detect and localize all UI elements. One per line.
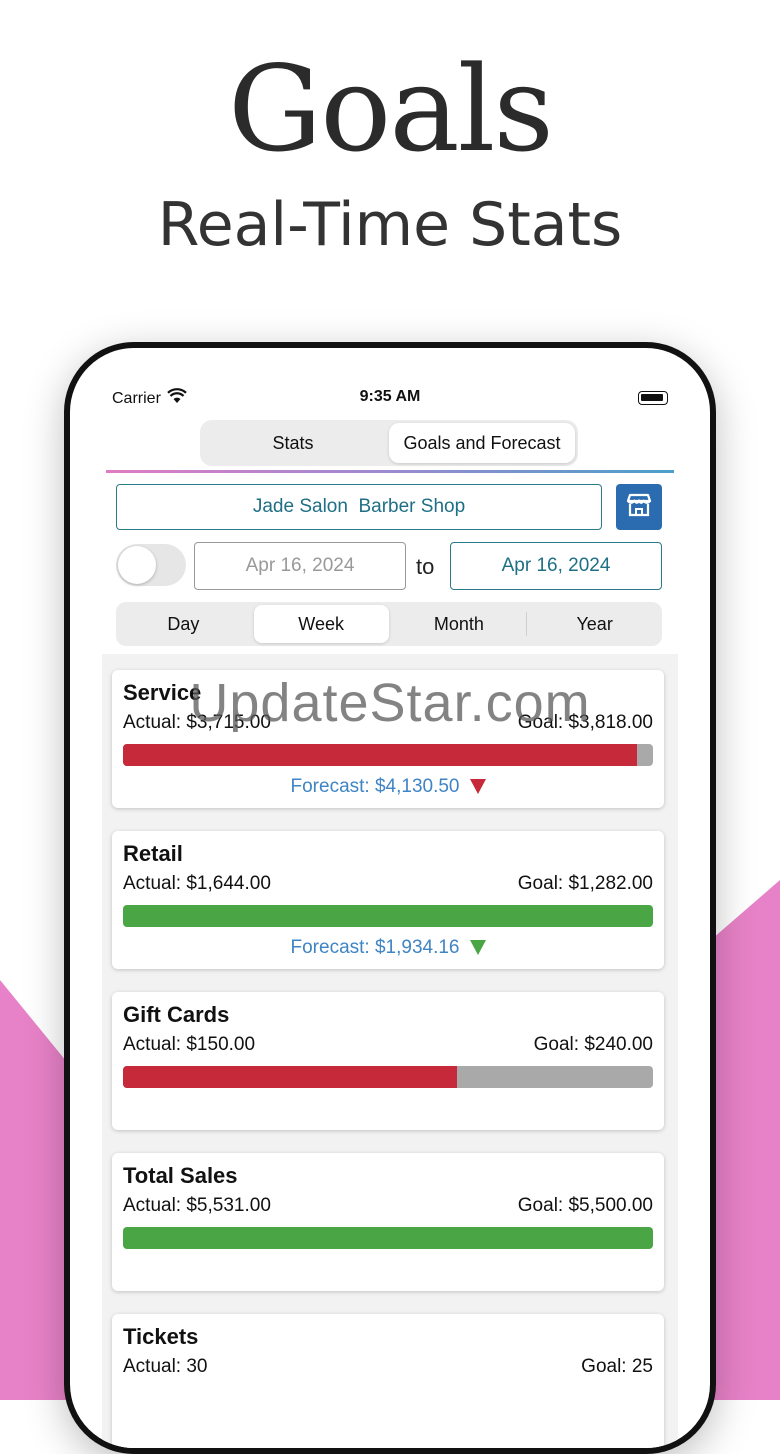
battery-icon <box>638 391 668 405</box>
forecast-row: Forecast: $4,130.50 <box>112 776 664 798</box>
subheadline: Real-Time Stats <box>157 190 623 260</box>
goal-card-retail[interactable]: Retail Actual: $1,644.00 Goal: $1,282.00… <box>112 831 664 969</box>
card-title: Retail <box>123 841 183 866</box>
progress-bar <box>123 744 653 766</box>
store-icon <box>625 492 653 523</box>
card-actual: Actual: $150.00 <box>123 1034 256 1055</box>
progress-fill <box>123 1227 653 1249</box>
tab-day[interactable]: Day <box>116 602 251 646</box>
store-selector[interactable]: Jade Salon Barber Shop <box>116 484 602 530</box>
date-from-field[interactable]: Apr 16, 2024 <box>194 542 406 590</box>
progress-fill <box>123 744 638 766</box>
goal-card-total-sales[interactable]: Total Sales Actual: $5,531.00 Goal: $5,5… <box>112 1153 664 1291</box>
card-title: Total Sales <box>123 1163 238 1188</box>
trend-down-icon <box>469 779 486 795</box>
top-tab-control: Stats Goals and Forecast <box>200 420 578 466</box>
store-name: Jade Salon Barber Shop <box>252 496 466 517</box>
trend-down-icon <box>469 940 486 956</box>
date-range-toggle[interactable] <box>116 544 186 586</box>
status-bar: Carrier 9:35 AM <box>70 388 710 412</box>
goal-card-gift-cards[interactable]: Gift Cards Actual: $150.00 Goal: $240.00 <box>112 992 664 1130</box>
progress-fill <box>123 905 653 927</box>
forecast-label: Forecast: $1,934.16 <box>290 937 460 958</box>
progress-bar <box>123 1066 653 1088</box>
card-goal: Goal: $5,500.00 <box>517 1195 653 1216</box>
goals-list: Service Actual: $3,715.00 Goal: $3,818.0… <box>102 654 678 1448</box>
card-actual: Actual: $1,644.00 <box>123 873 271 894</box>
card-actual: Actual: 30 <box>123 1356 208 1377</box>
card-title: Gift Cards <box>123 1002 230 1027</box>
card-title: Tickets <box>123 1324 199 1349</box>
watermark: UpdateStar.com <box>189 673 591 733</box>
date-to-field[interactable]: Apr 16, 2024 <box>450 542 662 590</box>
tab-stats[interactable]: Stats <box>200 420 386 466</box>
progress-bar <box>123 1227 653 1249</box>
date-to-label: to <box>416 554 435 579</box>
phone-frame: Carrier 9:35 AM Stats Goals and Forecast… <box>64 342 716 1454</box>
forecast-row: Forecast: $1,934.16 <box>112 937 664 959</box>
app-screen: Carrier 9:35 AM Stats Goals and Forecast… <box>70 348 710 1448</box>
store-button[interactable] <box>616 484 662 530</box>
tab-year[interactable]: Year <box>527 602 662 646</box>
headline: Goals <box>228 40 554 178</box>
progress-fill <box>123 1066 457 1088</box>
goal-card-tickets[interactable]: Tickets Actual: 30 Goal: 25 <box>112 1314 664 1448</box>
card-goal: Goal: 25 <box>581 1356 653 1377</box>
divider-gradient <box>106 470 674 473</box>
card-goal: Goal: $240.00 <box>533 1034 653 1055</box>
period-tab-control: Day Week Month Year <box>116 602 662 646</box>
forecast-label: Forecast: $4,130.50 <box>290 776 460 797</box>
card-goal: Goal: $1,282.00 <box>517 873 653 894</box>
tab-goals-and-forecast[interactable]: Goals and Forecast <box>389 423 575 463</box>
progress-bar <box>123 905 653 927</box>
tab-month[interactable]: Month <box>392 602 527 646</box>
card-actual: Actual: $5,531.00 <box>123 1195 271 1216</box>
tab-week[interactable]: Week <box>253 605 389 643</box>
clock: 9:35 AM <box>359 388 421 405</box>
